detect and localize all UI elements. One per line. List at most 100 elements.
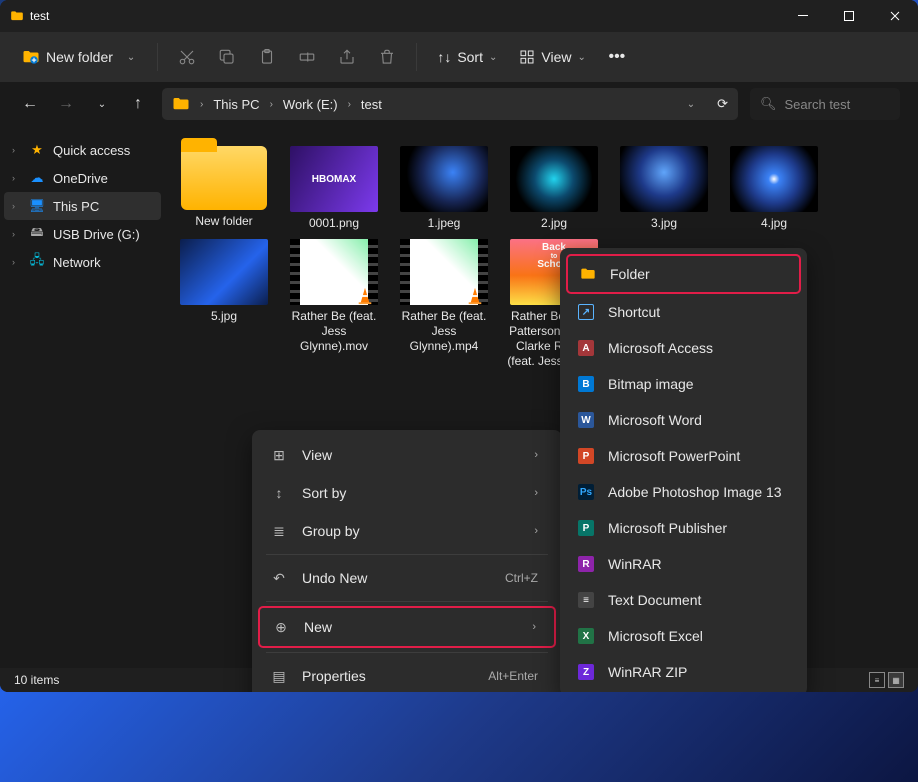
minimize-button[interactable]: [780, 0, 826, 32]
file-item[interactable]: 2.jpg: [503, 142, 605, 235]
paste-icon[interactable]: [250, 39, 284, 75]
menu-item-properties[interactable]: ▤PropertiesAlt+Enter: [258, 657, 556, 692]
menu-item-label: Sort by: [302, 485, 520, 501]
vlc-cone-icon: [356, 287, 374, 305]
submenu-item-label: Bitmap image: [608, 376, 783, 392]
menu-item-sort-by[interactable]: ↕Sort by›: [258, 474, 556, 512]
submenu-item-label: Text Document: [608, 592, 783, 608]
file-item[interactable]: Rather Be (feat. Jess Glynne).mp4: [393, 235, 495, 373]
chevron-down-icon: ⌄: [489, 52, 497, 63]
window-title: test: [30, 9, 49, 23]
file-name: 1.jpeg: [428, 216, 461, 231]
sidebar-item-onedrive[interactable]: › ☁ OneDrive: [4, 164, 161, 192]
chevron-down-icon[interactable]: ⌄: [687, 99, 695, 110]
file-item[interactable]: HBOMAX0001.png: [283, 142, 385, 235]
up-button[interactable]: ↑: [126, 92, 150, 116]
submenu-item-text-document[interactable]: ≡ Text Document: [566, 582, 801, 618]
view-button[interactable]: View ⌄: [511, 49, 593, 65]
new-folder-button[interactable]: New folder ⌄: [12, 39, 145, 75]
refresh-icon[interactable]: ⟳: [717, 96, 728, 112]
submenu-item-bitmap-image[interactable]: B Bitmap image: [566, 366, 801, 402]
back-button[interactable]: ←: [18, 92, 42, 116]
address-box[interactable]: › This PC › Work (E:) › test ⌄ ⟳: [162, 88, 738, 120]
submenu-item-winrar-zip[interactable]: ZWinRAR ZIP: [566, 654, 801, 690]
sidebar: ›★Quick access›☁OneDrive›🖥This PC›🖴USB D…: [0, 126, 165, 668]
sidebar-item-usb-drive-g-[interactable]: ›🖴USB Drive (G:): [4, 220, 161, 248]
submenu-item-microsoft-powerpoint[interactable]: P Microsoft PowerPoint: [566, 438, 801, 474]
rename-icon[interactable]: [290, 39, 324, 75]
submenu-item-label: Microsoft PowerPoint: [608, 448, 783, 464]
details-view-button[interactable]: ≡: [869, 672, 885, 688]
menu-item-new[interactable]: ⊕New›: [258, 606, 556, 648]
submenu-item-microsoft-publisher[interactable]: PMicrosoft Publisher: [566, 510, 801, 546]
chevron-right-icon[interactable]: ›: [12, 257, 21, 267]
sidebar-item-quick-access[interactable]: › ★ Quick access: [4, 136, 161, 164]
excel-icon: X: [578, 628, 594, 644]
new-folder-label: New folder: [46, 49, 113, 65]
addressbar: ← → ⌄ ↑ › This PC › Work (E:) › test ⌄ ⟳…: [0, 82, 918, 126]
group-icon: ≣: [270, 522, 288, 540]
submenu-item-microsoft-excel[interactable]: XMicrosoft Excel: [566, 618, 801, 654]
usb-icon: 🖴: [29, 226, 45, 242]
submenu-item-winrar[interactable]: RWinRAR: [566, 546, 801, 582]
search-placeholder: Search test: [785, 97, 851, 112]
file-item[interactable]: 3.jpg: [613, 142, 715, 235]
file-item[interactable]: 4.jpg: [723, 142, 825, 235]
crumb[interactable]: test: [361, 97, 382, 112]
sidebar-item-label: Quick access: [53, 143, 130, 158]
forward-button[interactable]: →: [54, 92, 78, 116]
menu-item-undo-new[interactable]: ↶Undo NewCtrl+Z: [258, 559, 556, 597]
submenu-item-label: Shortcut: [608, 304, 783, 320]
sidebar-item-this-pc[interactable]: › 🖥 This PC: [4, 192, 161, 220]
rar-icon: R: [578, 556, 594, 572]
cloud-icon: ☁: [29, 170, 45, 186]
star-icon: ★: [29, 142, 45, 158]
chevron-right-icon[interactable]: ›: [12, 145, 21, 155]
more-icon[interactable]: •••: [600, 39, 634, 75]
submenu-item-label: Microsoft Publisher: [608, 520, 783, 536]
bmp-icon: B: [578, 376, 594, 392]
recent-button[interactable]: ⌄: [90, 92, 114, 116]
cut-icon[interactable]: [170, 39, 204, 75]
grid-icon: ⊞: [270, 446, 288, 464]
search-box[interactable]: 🔍︎ Search test: [750, 88, 900, 120]
file-item[interactable]: Rather Be (feat. Jess Glynne).mov: [283, 235, 385, 373]
menu-separator: [266, 652, 548, 653]
chevron-right-icon[interactable]: ›: [12, 229, 21, 239]
maximize-button[interactable]: [826, 0, 872, 32]
sidebar-item-label: This PC: [53, 199, 99, 214]
submenu-item-microsoft-word[interactable]: WMicrosoft Word: [566, 402, 801, 438]
copy-icon[interactable]: [210, 39, 244, 75]
icons-view-button[interactable]: ▦: [888, 672, 904, 688]
file-name: 3.jpg: [651, 216, 677, 231]
delete-icon[interactable]: [370, 39, 404, 75]
menu-item-group-by[interactable]: ≣Group by›: [258, 512, 556, 550]
txt-icon: ≡: [578, 592, 594, 608]
share-icon[interactable]: [330, 39, 364, 75]
pc-icon: 🖥: [29, 198, 45, 214]
file-item[interactable]: 1.jpeg: [393, 142, 495, 235]
chevron-right-icon: ›: [534, 487, 538, 499]
props-icon: ▤: [270, 667, 288, 685]
submenu-item-microsoft-access[interactable]: AMicrosoft Access: [566, 330, 801, 366]
short-icon: ↗: [578, 304, 594, 320]
sidebar-item-network[interactable]: ›🖧Network: [4, 248, 161, 276]
submenu-item-shortcut[interactable]: ↗ Shortcut: [566, 294, 801, 330]
chevron-right-icon[interactable]: ›: [12, 173, 21, 183]
crumb[interactable]: Work (E:): [283, 97, 338, 112]
crumb[interactable]: This PC: [213, 97, 259, 112]
sidebar-item-label: OneDrive: [53, 171, 108, 186]
menu-item-view[interactable]: ⊞View›: [258, 436, 556, 474]
chevron-right-icon: ›: [534, 449, 538, 461]
submenu-item-adobe-photoshop-image-13[interactable]: PsAdobe Photoshop Image 13: [566, 474, 801, 510]
file-item[interactable]: New folder: [173, 142, 275, 235]
word-icon: W: [578, 412, 594, 428]
submenu-item-folder[interactable]: Folder: [566, 254, 801, 294]
chevron-right-icon[interactable]: ›: [12, 201, 21, 211]
image-thumbnail: [400, 146, 488, 212]
file-item[interactable]: 5.jpg: [173, 235, 275, 373]
chevron-down-icon: ⌄: [577, 52, 585, 63]
close-button[interactable]: [872, 0, 918, 32]
sort-button[interactable]: ↑↓ Sort ⌄: [429, 49, 505, 65]
ppt-icon: P: [578, 448, 594, 464]
